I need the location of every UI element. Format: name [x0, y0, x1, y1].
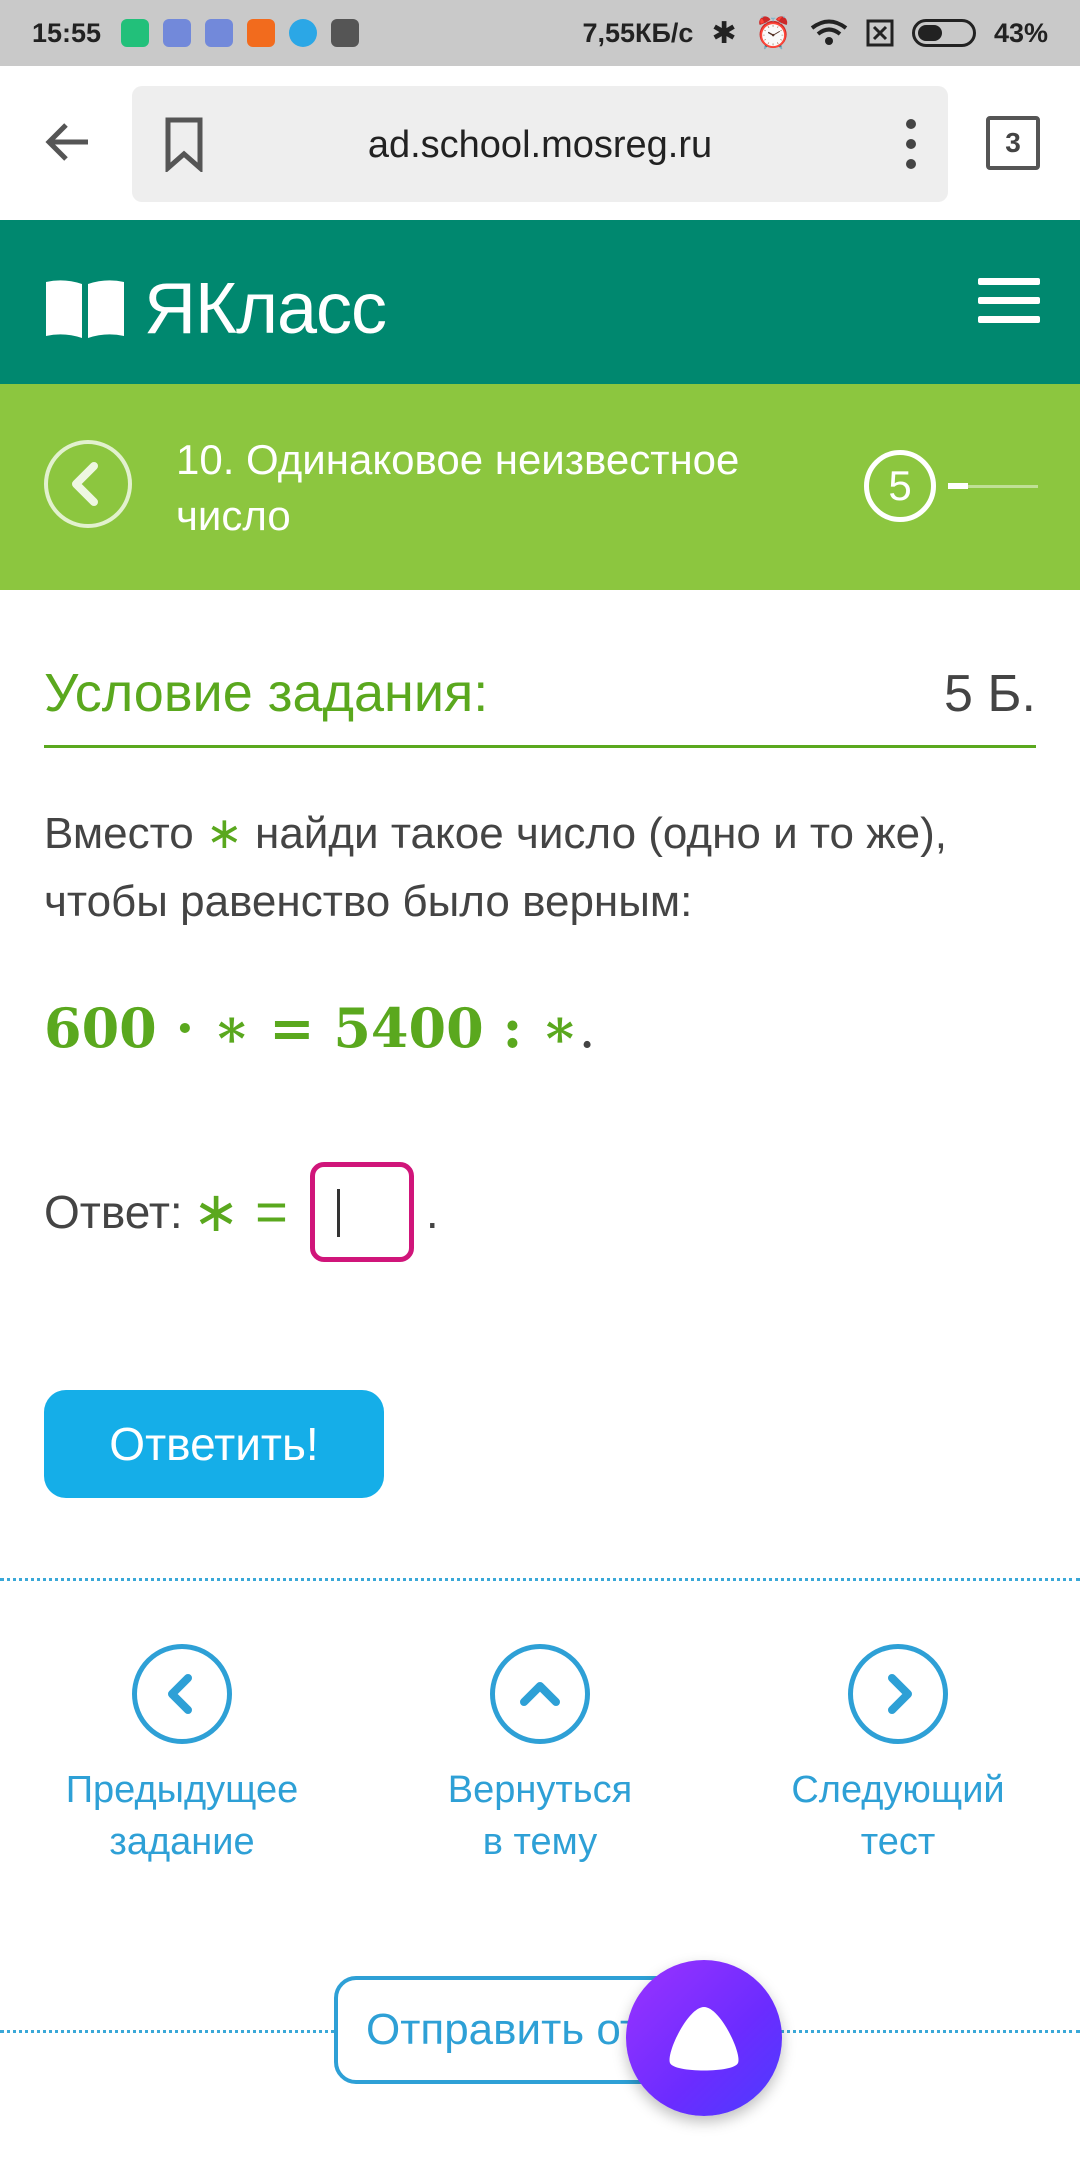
tab-count-button[interactable]: 3: [986, 116, 1040, 170]
back-arrow-icon[interactable]: [38, 112, 98, 172]
chevron-up-icon: [520, 1682, 560, 1706]
alice-assistant-button[interactable]: [626, 1960, 782, 2116]
progress-line-current: [948, 483, 968, 489]
equation-equals: =: [269, 996, 315, 1060]
network-speed: 7,55КБ/с: [582, 17, 694, 48]
text-caret: [336, 1189, 340, 1237]
answer-period: .: [425, 1186, 439, 1238]
mi-app-icon: [247, 19, 276, 47]
submit-answer-button[interactable]: Ответить!: [44, 1390, 384, 1498]
topic-bar: 10. Одинаковое неизвестное число 5: [0, 384, 1080, 590]
shield-app-icon: [121, 19, 150, 47]
answer-label: Ответ:: [44, 1186, 183, 1238]
answer-symbol: ∗ =: [192, 1180, 288, 1243]
task-text-before: Вместо: [44, 809, 206, 858]
equation-left: 600: [44, 996, 157, 1060]
equation-unknown: ∗: [213, 996, 251, 1060]
task-title: Условие задания:: [44, 663, 489, 723]
chevron-left-icon: [168, 1674, 192, 1714]
alarm-icon: ⏰: [754, 16, 792, 50]
equation-operator-divide: :: [502, 996, 523, 1060]
back-label-line1[interactable]: Вернуться: [390, 1764, 690, 1816]
next-label-line2[interactable]: тест: [748, 1816, 1048, 1868]
menu-icon[interactable]: [978, 278, 1040, 324]
browser-app-icon: [289, 19, 318, 47]
book-logo-icon: [46, 280, 124, 338]
battery-icon: [911, 19, 976, 47]
step-indicator: 5: [864, 450, 936, 522]
divider: [0, 1578, 1080, 1581]
prev-label-line1[interactable]: Предыдущее: [32, 1764, 332, 1816]
sim-icon: [866, 19, 894, 47]
battery-percent: 43%: [993, 17, 1048, 48]
next-test-link[interactable]: Следующий тест: [748, 1644, 1048, 1868]
more-vert-icon[interactable]: [906, 118, 916, 170]
status-time: 15:55: [32, 17, 102, 48]
alice-icon: [669, 2007, 739, 2071]
status-bar: 15:55 7,55КБ/с ✱ ⏰ 43%: [0, 0, 1080, 66]
prev-label-line2[interactable]: задание: [32, 1816, 332, 1868]
site-logo[interactable]: ЯКласс: [44, 268, 387, 350]
bluetooth-icon: ✱: [711, 16, 737, 50]
address-bar[interactable]: ad.school.mosreg.ru: [132, 86, 948, 202]
chevron-left-icon: [72, 462, 98, 506]
browser-toolbar: ad.school.mosreg.ru 3: [0, 66, 1080, 220]
equation-operator-multiply: ·: [175, 996, 195, 1060]
chevron-right-icon: [888, 1674, 912, 1714]
back-circle[interactable]: [490, 1644, 590, 1744]
next-label-line1[interactable]: Следующий: [748, 1764, 1048, 1816]
back-label-line2[interactable]: в тему: [390, 1816, 690, 1868]
equation-right: 5400: [333, 996, 484, 1060]
equation-unknown: ∗: [541, 996, 579, 1060]
next-label[interactable]: Следующий тест: [748, 1764, 1048, 1868]
prev-label[interactable]: Предыдущее задание: [32, 1764, 332, 1868]
answer-row: Ответ: ∗ = .: [44, 1162, 439, 1262]
topic-title: 10. Одинаковое неизвестное число: [176, 436, 740, 539]
prev-circle[interactable]: [132, 1644, 232, 1744]
back-to-topic-link[interactable]: Вернуться в тему: [390, 1644, 690, 1868]
equation-period: .: [578, 997, 596, 1060]
answer-input[interactable]: [309, 1162, 414, 1262]
task-heading: Условие задания: 5 Б.: [44, 656, 1036, 748]
task-points: 5 Б.: [944, 665, 1036, 723]
unknown-symbol: ∗: [205, 809, 243, 858]
topic-back-button[interactable]: [44, 440, 132, 528]
equation: 600 · ∗ = 5400 : ∗.: [44, 996, 596, 1060]
back-label[interactable]: Вернуться в тему: [390, 1764, 690, 1868]
logo-text: ЯКласс: [144, 269, 387, 349]
photo-app-icon: [331, 19, 360, 47]
wifi-icon: [810, 19, 848, 45]
discord-icon: [205, 19, 234, 47]
site-header: ЯКласс: [0, 220, 1080, 384]
next-circle[interactable]: [848, 1644, 948, 1744]
task-description: Вместо ∗ найди такое число (одно и то же…: [44, 800, 1036, 936]
url-text[interactable]: ad.school.mosreg.ru: [132, 124, 948, 167]
previous-task-link[interactable]: Предыдущее задание: [32, 1644, 332, 1868]
discord-icon: [163, 19, 192, 47]
